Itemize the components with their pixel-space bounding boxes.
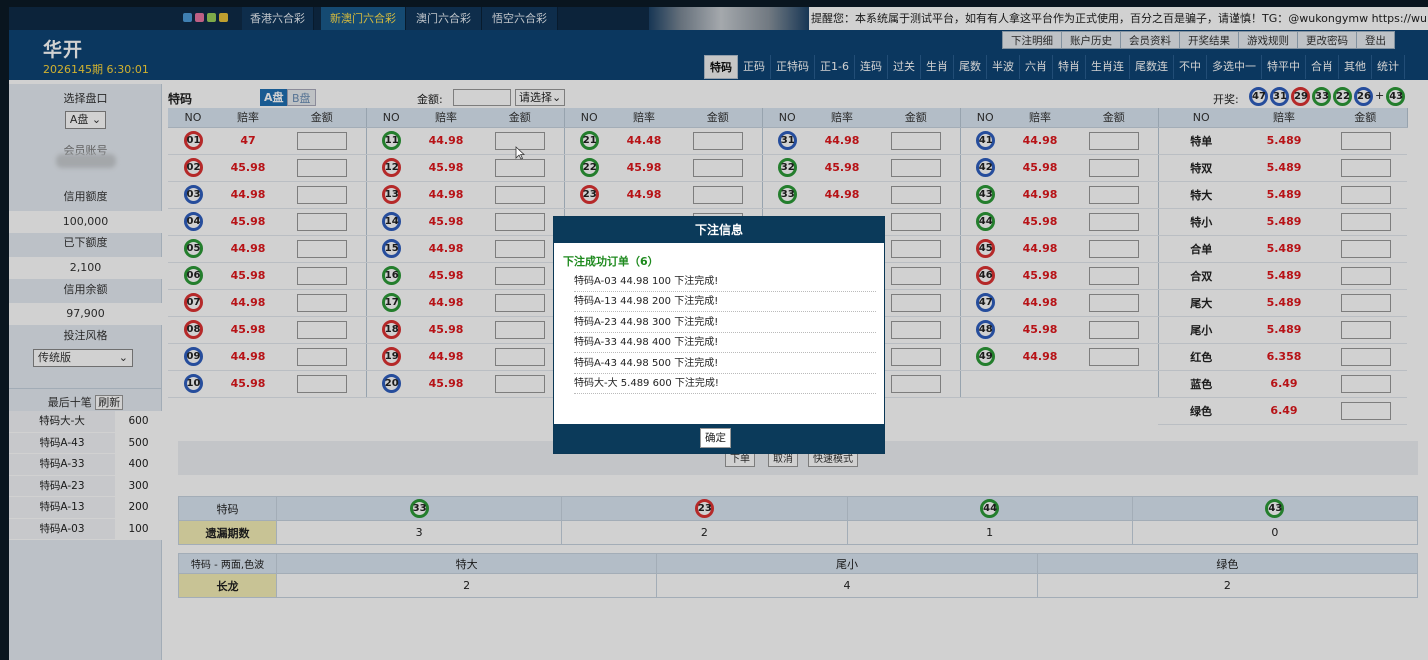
bet-info-dialog: 下注信息 下注成功订单（6） 特码A-03 44.98 100 下注完成! 特码… <box>553 216 885 454</box>
confirm-button[interactable]: 确定 <box>700 428 731 448</box>
bet-result-line: 特码大-大 5.489 600 下注完成! <box>574 374 876 394</box>
bet-result-line: 特码A-43 44.98 500 下注完成! <box>574 354 876 374</box>
bet-result-line: 特码A-03 44.98 100 下注完成! <box>574 272 876 292</box>
dialog-footer: 确定 <box>554 424 884 453</box>
bet-result-line: 特码A-33 44.98 400 下注完成! <box>574 333 876 353</box>
mouse-cursor-icon <box>515 146 525 160</box>
success-count: 下注成功订单（6） <box>563 255 659 268</box>
bet-result-line: 特码A-13 44.98 200 下注完成! <box>574 292 876 312</box>
dialog-title: 下注信息 <box>554 217 884 243</box>
bet-result-line: 特码A-23 44.98 300 下注完成! <box>574 313 876 333</box>
